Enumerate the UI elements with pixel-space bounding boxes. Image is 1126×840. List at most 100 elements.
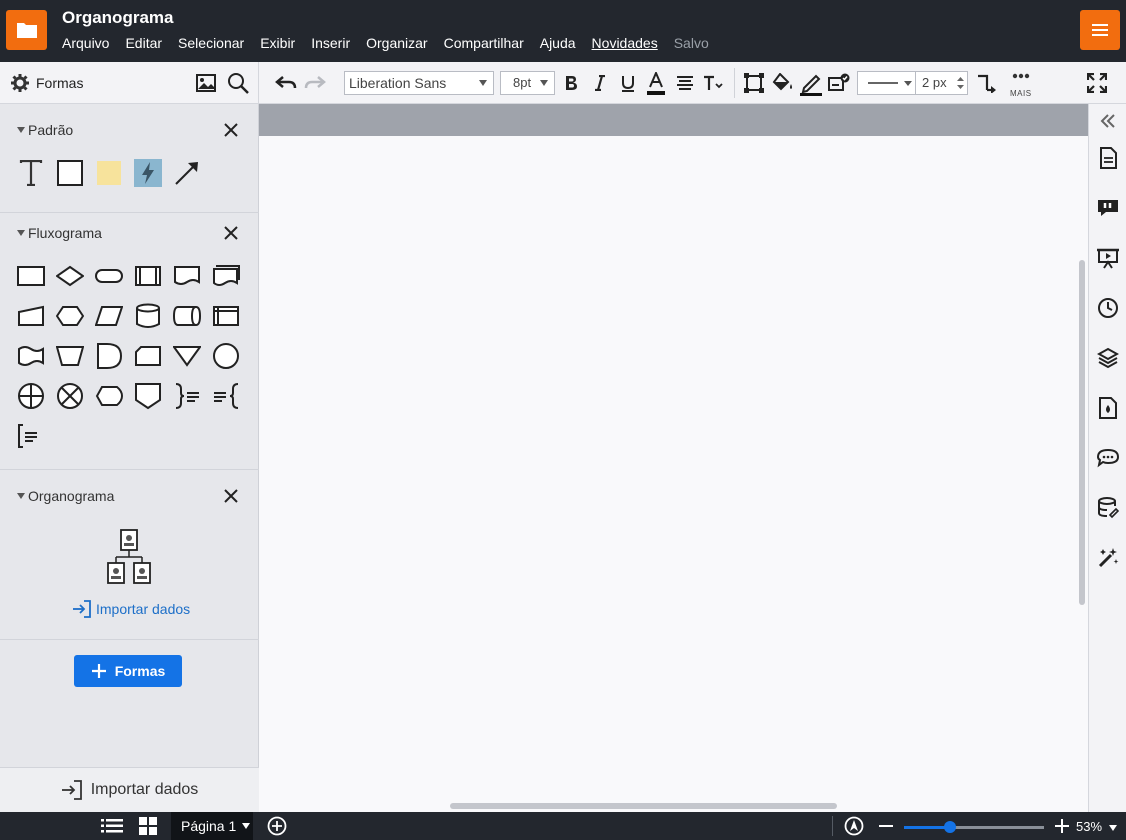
history-clock-icon[interactable] (1097, 297, 1119, 319)
zoom-slider[interactable] (904, 821, 1044, 833)
connector-icon[interactable] (976, 71, 998, 95)
comments-icon[interactable] (1097, 447, 1119, 469)
close-icon[interactable] (221, 120, 241, 140)
annotation-brace-right-icon[interactable] (172, 381, 202, 411)
manual-input-icon[interactable] (16, 301, 46, 331)
database-shape-icon[interactable] (133, 301, 163, 331)
bold-icon[interactable] (561, 73, 581, 93)
layers-icon[interactable] (1097, 347, 1119, 369)
style-check-icon[interactable] (827, 71, 851, 95)
font-size-select[interactable]: 8pt (500, 71, 555, 95)
text-color-icon[interactable] (645, 71, 667, 97)
menu-organizar[interactable]: Organizar (366, 35, 427, 51)
shape-border-icon[interactable] (743, 72, 765, 94)
redo-icon[interactable] (303, 72, 327, 94)
display-shape-icon[interactable] (94, 381, 124, 411)
line-style-select[interactable] (857, 71, 916, 95)
rectangle-shape-icon[interactable] (55, 158, 85, 188)
chevron-down-icon[interactable] (242, 823, 251, 829)
multi-document-icon[interactable] (211, 261, 241, 291)
decision-shape-icon[interactable] (55, 261, 85, 291)
close-icon[interactable] (221, 486, 241, 506)
stepper-arrows-icon[interactable] (957, 76, 964, 90)
presentation-icon[interactable] (1097, 247, 1119, 269)
menu-exibir[interactable]: Exibir (260, 35, 295, 51)
zoom-out-icon[interactable] (876, 816, 896, 836)
menu-inserir[interactable]: Inserir (311, 35, 350, 51)
internal-storage-icon[interactable] (211, 301, 241, 331)
or-shape-icon[interactable] (16, 381, 46, 411)
search-icon[interactable] (226, 71, 250, 95)
line-color-icon[interactable] (799, 71, 823, 97)
section-header-organograma[interactable]: Organograma (0, 486, 259, 506)
fullscreen-icon[interactable] (1086, 72, 1108, 94)
merge-shape-icon[interactable] (172, 341, 202, 371)
hamburger-menu-icon[interactable] (1080, 10, 1120, 50)
align-center-icon[interactable] (675, 73, 695, 93)
collapse-panel-icon[interactable] (1097, 110, 1119, 132)
card-shape-icon[interactable] (133, 341, 163, 371)
connector-circle-icon[interactable] (211, 341, 241, 371)
undo-icon[interactable] (274, 72, 298, 94)
vertical-scrollbar[interactable] (1079, 260, 1085, 605)
page-tab[interactable]: Página 1 (171, 812, 253, 840)
menu-compartilhar[interactable]: Compartilhar (444, 35, 524, 51)
off-page-connector-icon[interactable] (133, 381, 163, 411)
org-chart-icon[interactable] (104, 528, 154, 586)
menu-novidades[interactable]: Novidades (592, 35, 658, 51)
direct-data-icon[interactable] (172, 301, 202, 331)
zoom-level[interactable]: 53% (1076, 819, 1117, 834)
preparation-shape-icon[interactable] (55, 301, 85, 331)
terminator-shape-icon[interactable] (94, 261, 124, 291)
underline-icon[interactable] (618, 73, 638, 93)
zoom-in-icon[interactable] (1052, 816, 1072, 836)
summing-junction-icon[interactable] (55, 381, 85, 411)
arrow-line-icon[interactable] (172, 158, 202, 188)
image-icon[interactable] (195, 72, 217, 94)
list-view-icon[interactable] (100, 816, 124, 836)
gear-icon[interactable] (10, 73, 30, 93)
line-width-stepper[interactable]: 2 px (916, 71, 968, 95)
font-family-select[interactable]: Liberation Sans (344, 71, 494, 95)
annotation-bracket-icon[interactable] (14, 421, 44, 451)
italic-icon[interactable] (590, 73, 610, 93)
section-header-padrao[interactable]: Padrão (0, 120, 259, 140)
sticky-note-icon[interactable] (94, 158, 124, 188)
add-shapes-button[interactable]: Formas (74, 655, 182, 687)
page-settings-icon[interactable] (1097, 147, 1119, 169)
collapse-triangle-icon[interactable] (17, 127, 25, 133)
menu-selecionar[interactable]: Selecionar (178, 35, 244, 51)
theme-icon[interactable] (1097, 397, 1119, 419)
collapse-triangle-icon[interactable] (17, 230, 25, 236)
punched-tape-icon[interactable] (16, 341, 46, 371)
process-shape-icon[interactable] (16, 261, 46, 291)
document-shape-icon[interactable] (172, 261, 202, 291)
lightning-action-icon[interactable] (133, 158, 163, 188)
predefined-process-icon[interactable] (133, 261, 163, 291)
delay-shape-icon[interactable] (94, 341, 124, 371)
menu-arquivo[interactable]: Arquivo (62, 35, 109, 51)
navigation-compass-icon[interactable] (843, 816, 865, 836)
data-shape-icon[interactable] (94, 301, 124, 331)
document-title[interactable]: Organograma (62, 8, 173, 28)
text-options-icon[interactable] (702, 73, 724, 93)
grid-view-icon[interactable] (137, 816, 159, 836)
import-data-bottom-button[interactable]: Importar dados (0, 767, 259, 812)
menu-editar[interactable]: Editar (125, 35, 162, 51)
add-page-icon[interactable] (266, 816, 288, 836)
menu-ajuda[interactable]: Ajuda (540, 35, 576, 51)
text-shape-icon[interactable] (16, 158, 46, 188)
data-link-icon[interactable] (1097, 497, 1119, 519)
fill-color-icon[interactable] (771, 72, 795, 94)
magic-wand-icon[interactable] (1097, 547, 1119, 569)
zoom-slider-knob[interactable] (944, 821, 957, 833)
annotation-brace-left-icon[interactable] (211, 381, 241, 411)
quote-icon[interactable] (1097, 197, 1119, 219)
more-icon[interactable] (1010, 68, 1032, 84)
collapse-triangle-icon[interactable] (17, 493, 25, 499)
manual-operation-icon[interactable] (55, 341, 85, 371)
horizontal-scrollbar[interactable] (450, 803, 837, 809)
canvas-page[interactable] (259, 136, 1088, 812)
more-label[interactable]: MAIS (1010, 89, 1032, 98)
canvas-area[interactable] (259, 104, 1088, 812)
